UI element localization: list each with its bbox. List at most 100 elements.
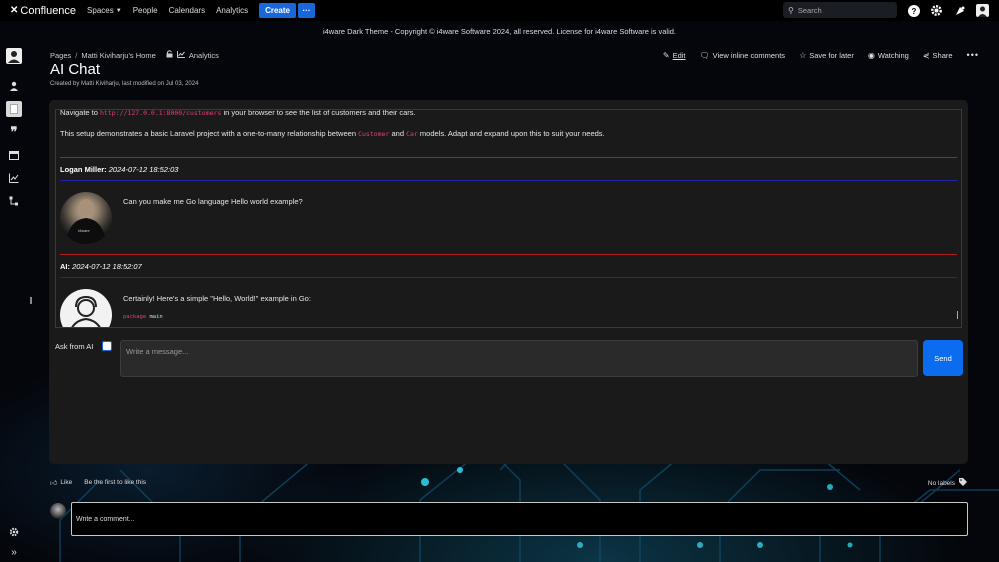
watching-label: Watching xyxy=(877,50,909,60)
sidebar-resize-handle[interactable] xyxy=(30,297,32,304)
navigate-suffix: in your browser to see the list of custo… xyxy=(221,109,416,117)
speaker-name: AI: xyxy=(60,262,70,271)
breadcrumb-pages[interactable]: Pages xyxy=(50,51,71,60)
nav-spaces[interactable]: Spaces ▼ xyxy=(87,6,122,15)
inline-code: Car xyxy=(406,130,418,138)
labels-section: No labels xyxy=(928,478,967,488)
message-divider xyxy=(60,254,957,255)
comment-icon: 🗨 xyxy=(699,50,710,60)
code-block: package main xyxy=(123,314,163,320)
chevron-down-icon: ▼ xyxy=(115,7,122,14)
message-divider xyxy=(60,157,957,158)
nav-analytics-label: Analytics xyxy=(216,6,249,15)
ask-ai-label: Ask from AI xyxy=(55,342,94,351)
user-avatar[interactable] xyxy=(976,4,989,17)
search-icon: ⚲ xyxy=(788,5,794,15)
message-header: AI: 2024-07-12 18:52:07 xyxy=(60,262,142,271)
expand-sidebar-icon[interactable]: » xyxy=(6,544,22,560)
space-avatar[interactable] xyxy=(6,48,22,64)
license-banner: i4ware Dark Theme - Copyright © i4ware S… xyxy=(322,27,677,36)
eye-icon: ◉ xyxy=(867,50,875,60)
create-button[interactable]: Create xyxy=(259,3,296,18)
user-avatar: i4ware xyxy=(60,192,112,244)
save-for-later-button[interactable]: ☆ Save for later xyxy=(799,51,854,60)
person-icon[interactable] xyxy=(6,78,22,94)
like-button[interactable]: Like xyxy=(60,479,72,486)
chat-log[interactable]: Navigate to http://127.0.0.1:8000/custom… xyxy=(55,109,962,328)
top-navigation: ✕ Confluence Spaces ▼ People Calendars A… xyxy=(0,0,999,21)
page-title: AI Chat xyxy=(50,61,101,78)
thumbs-up-icon[interactable]: 👍︎ xyxy=(50,478,57,487)
ask-ai-checkbox[interactable] xyxy=(102,341,112,351)
breadcrumb: Pages / Matti Kiviharju's Home Analytics xyxy=(50,50,219,60)
hierarchy-icon[interactable] xyxy=(6,193,22,209)
like-row: 👍︎ Like Be the first to like this xyxy=(50,478,146,487)
message-header: Logan Miller: 2024-07-12 18:52:03 xyxy=(60,165,178,174)
save-later-label: Save for later xyxy=(809,50,854,60)
message-timestamp: 2024-07-12 18:52:07 xyxy=(72,262,142,271)
share-icon: ⋞ xyxy=(922,50,930,60)
message-divider xyxy=(60,180,957,181)
settings-icon[interactable] xyxy=(6,524,22,540)
setup-suffix: models. Adapt and expand upon this to su… xyxy=(417,129,605,138)
svg-text:i4ware: i4ware xyxy=(78,228,91,233)
navigate-prefix: Navigate to xyxy=(60,109,101,117)
ai-chat-panel: Navigate to http://127.0.0.1:8000/custom… xyxy=(49,100,968,464)
setup-mid: and xyxy=(389,129,407,138)
pages-icon[interactable] xyxy=(6,101,22,117)
search-box[interactable]: ⚲ xyxy=(783,2,897,18)
no-labels-text: No labels xyxy=(927,479,955,487)
comment-input[interactable] xyxy=(71,502,968,536)
logo-text: Confluence xyxy=(20,4,77,17)
setup-description: This setup demonstrates a basic Laravel … xyxy=(60,129,605,138)
calendar-icon[interactable] xyxy=(6,147,22,163)
unlock-icon[interactable] xyxy=(166,50,173,60)
page-byline: Created by Matti Kiviharju, last modifie… xyxy=(50,81,199,87)
view-inline-label: View inline comments xyxy=(712,50,786,60)
setup-prefix: This setup demonstrates a basic Laravel … xyxy=(60,129,359,138)
edit-label: Edit xyxy=(672,50,686,60)
search-input[interactable] xyxy=(797,5,888,15)
send-button[interactable]: Send xyxy=(923,340,963,376)
code-keyword: package xyxy=(123,314,147,320)
message-input[interactable] xyxy=(120,340,918,377)
breadcrumb-separator: / xyxy=(75,50,78,60)
nav-analytics[interactable]: Analytics xyxy=(216,6,248,15)
analytics-icon xyxy=(176,50,185,60)
more-actions-button[interactable]: ••• xyxy=(967,50,979,60)
code-text: main xyxy=(146,314,163,320)
message-timestamp: 2024-07-12 18:52:03 xyxy=(108,165,179,174)
watching-button[interactable]: ◉ Watching xyxy=(868,51,909,60)
nav-people-label: People xyxy=(132,6,158,15)
edit-button[interactable]: ✎ Edit xyxy=(663,51,686,60)
settings-icon[interactable] xyxy=(930,4,943,17)
confluence-logo[interactable]: ✕ Confluence xyxy=(10,5,76,17)
analytics-icon[interactable] xyxy=(6,170,22,186)
ai-avatar xyxy=(60,289,112,327)
pencil-icon: ✎ xyxy=(662,50,670,60)
svg-text:?: ? xyxy=(911,7,916,16)
more-create-button[interactable]: ··· xyxy=(298,3,315,18)
inline-code: Customer xyxy=(358,130,390,138)
notifications-icon[interactable] xyxy=(953,4,966,17)
breadcrumb-home[interactable]: Matti Kiviharju's Home xyxy=(81,51,155,60)
speaker-name: Logan Miller: xyxy=(60,165,107,174)
nav-spaces-label: Spaces xyxy=(87,6,114,15)
like-status: Be the first to like this xyxy=(84,479,147,486)
left-sidebar: ❞ » xyxy=(0,42,28,562)
navigate-instruction: Navigate to http://127.0.0.1:8000/custom… xyxy=(60,109,416,117)
view-inline-comments-button[interactable]: 🗨 View inline comments xyxy=(700,51,786,60)
breadcrumb-analytics[interactable]: Analytics xyxy=(189,51,219,60)
share-button[interactable]: ⋞ Share xyxy=(923,51,953,60)
quote-icon[interactable]: ❞ xyxy=(6,124,22,140)
message-text: Certainly! Here's a simple "Hello, World… xyxy=(123,294,311,303)
star-icon: ☆ xyxy=(799,50,807,60)
nav-calendars[interactable]: Calendars xyxy=(169,6,205,15)
help-icon[interactable]: ? xyxy=(907,4,920,17)
nav-calendars-label: Calendars xyxy=(168,6,206,15)
tag-icon[interactable] xyxy=(959,478,967,488)
message-text: Can you make me Go language Hello world … xyxy=(123,197,303,206)
nav-people[interactable]: People xyxy=(133,6,158,15)
share-label: Share xyxy=(932,50,953,60)
code-scrollbar[interactable] xyxy=(957,311,958,319)
